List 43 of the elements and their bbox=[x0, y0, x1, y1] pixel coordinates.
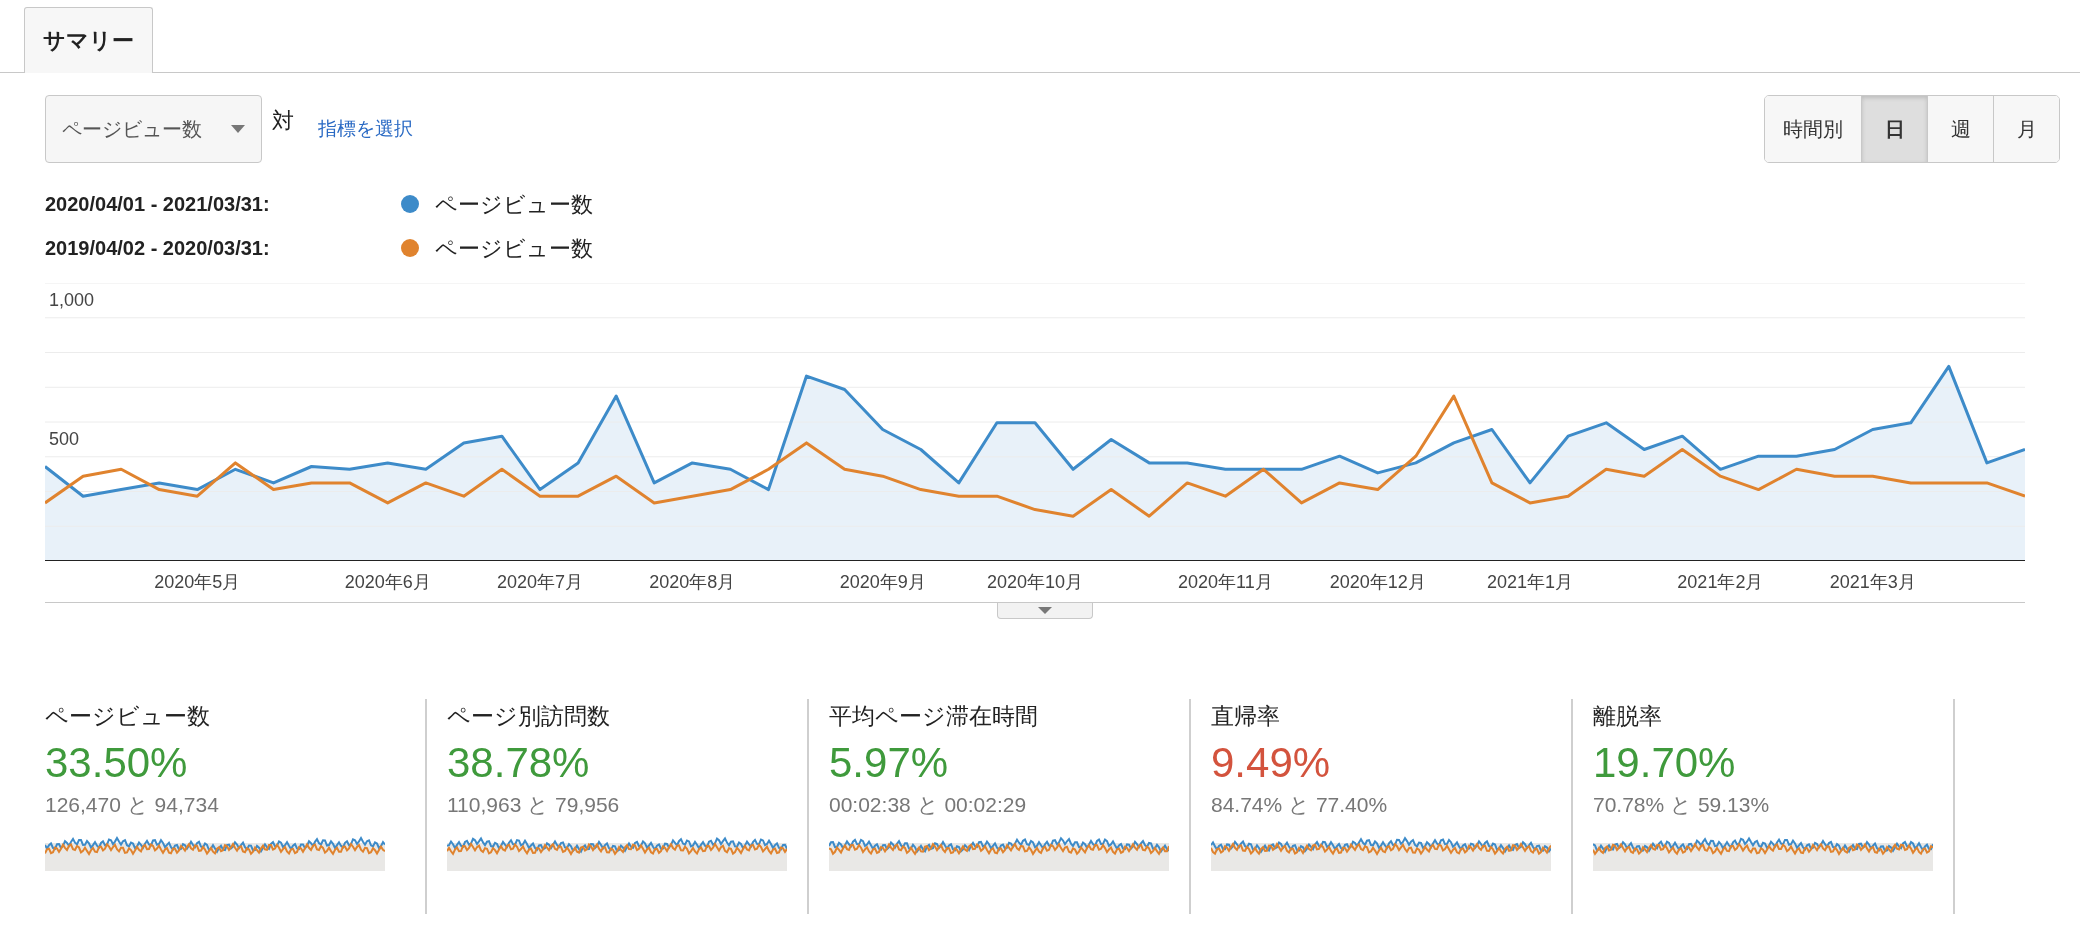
versus-label: 対 bbox=[272, 106, 294, 135]
x-axis-label: 2020年5月 bbox=[154, 571, 241, 594]
percent-change: 38.78% bbox=[447, 738, 591, 788]
comparison-values: 126,470 と 94,734 bbox=[45, 792, 220, 818]
date-range-label: 2019/04/02 - 2020/03/31: bbox=[45, 236, 271, 261]
granularity-button[interactable]: 日 bbox=[1861, 96, 1927, 162]
granularity-button[interactable]: 月 bbox=[1993, 96, 2059, 162]
granularity-button[interactable]: 週 bbox=[1927, 96, 1993, 162]
metric-dropdown[interactable]: ページビュー数 bbox=[45, 95, 262, 163]
percent-change: 33.50% bbox=[45, 738, 189, 788]
legend-label: ページビュー数 bbox=[435, 190, 593, 219]
x-axis-label: 2020年10月 bbox=[986, 571, 1084, 594]
comparison-values: 84.74% と 77.40% bbox=[1211, 792, 1389, 818]
x-axis-label: 2021年3月 bbox=[1829, 571, 1916, 594]
x-axis-label: 2020年9月 bbox=[839, 571, 926, 594]
summary-tab[interactable]: サマリー bbox=[24, 7, 153, 73]
metric-label: 平均ページ滞在時間 bbox=[829, 702, 1039, 731]
x-axis-label: 2021年2月 bbox=[1677, 571, 1764, 594]
y-axis-label: 500 bbox=[49, 428, 80, 451]
comparison-values: 70.78% と 59.13% bbox=[1593, 792, 1771, 818]
comparison-values: 110,963 と 79,956 bbox=[447, 792, 621, 818]
caret-icon bbox=[231, 125, 245, 133]
x-axis-label: 2020年11月 bbox=[1178, 571, 1273, 594]
x-axis-label: 2020年8月 bbox=[649, 571, 736, 594]
metric-label: 直帰率 bbox=[1211, 702, 1281, 731]
percent-change: 5.97% bbox=[829, 738, 950, 788]
x-axis-label: 2020年12月 bbox=[1329, 571, 1426, 594]
legend-label: ページビュー数 bbox=[435, 234, 593, 263]
comparison-values: 00:02:38 と 00:02:29 bbox=[829, 792, 1028, 818]
x-axis-label: 2020年7月 bbox=[496, 571, 584, 594]
x-axis-label: 2021年1月 bbox=[1486, 571, 1574, 594]
x-axis-label: 2020年6月 bbox=[344, 571, 431, 594]
date-range-label: 2020/04/01 - 2021/03/31: bbox=[45, 192, 271, 217]
metric-label: 離脱率 bbox=[1593, 702, 1663, 731]
caret-icon bbox=[1038, 607, 1052, 614]
select-metric-link[interactable]: 指標を選択 bbox=[318, 114, 413, 144]
metric-label: ページ別訪問数 bbox=[447, 702, 611, 731]
granularity-button[interactable]: 時間別 bbox=[1765, 96, 1861, 162]
expand-handle[interactable] bbox=[997, 603, 1093, 619]
percent-change: 9.49% bbox=[1211, 738, 1332, 788]
metric-label: ページビュー数 bbox=[45, 702, 211, 731]
percent-change: 19.70% bbox=[1593, 738, 1737, 788]
y-axis-label: 1,000 bbox=[49, 289, 95, 312]
